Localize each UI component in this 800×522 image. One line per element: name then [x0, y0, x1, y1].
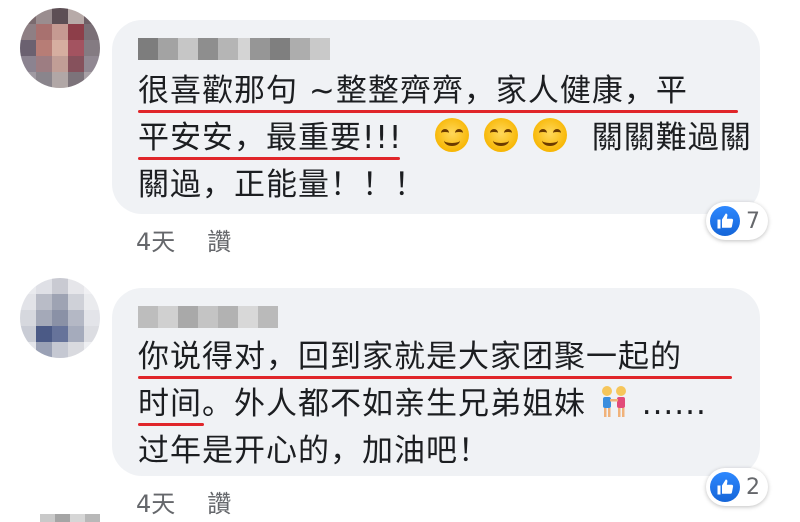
comment-text: 你说得对，回到家就是大家团聚一起的 时间。外人都不如亲生兄弟姐妹 ...... …: [138, 334, 732, 475]
comment-timestamp[interactable]: 4天: [136, 484, 175, 520]
avatar[interactable]: [20, 278, 100, 358]
reaction-count: 2: [746, 474, 760, 500]
highlight-underline: [138, 423, 204, 426]
next-avatar-partial[interactable]: [40, 514, 100, 522]
comment-line-2-tail: ......: [641, 386, 707, 422]
reaction-summary[interactable]: 2: [706, 468, 768, 506]
comment-2: 你说得对，回到家就是大家团聚一起的 时间。外人都不如亲生兄弟姐妹 ...... …: [0, 0, 800, 522]
author-name-blurred[interactable]: [138, 306, 278, 328]
comment-line-1: 你说得对，回到家就是大家团聚一起的: [138, 339, 682, 375]
thumbs-up-icon: [710, 472, 740, 502]
comment-actions: 4天 讚: [136, 484, 231, 520]
comment-line-2: 时间。外人都不如亲生兄弟姐妹: [138, 386, 586, 422]
two-women-icon: [601, 386, 626, 417]
highlight-underline: [138, 376, 732, 379]
like-button[interactable]: 讚: [207, 484, 231, 520]
comment-line-3: 过年是开心的，加油吧！: [138, 433, 490, 469]
